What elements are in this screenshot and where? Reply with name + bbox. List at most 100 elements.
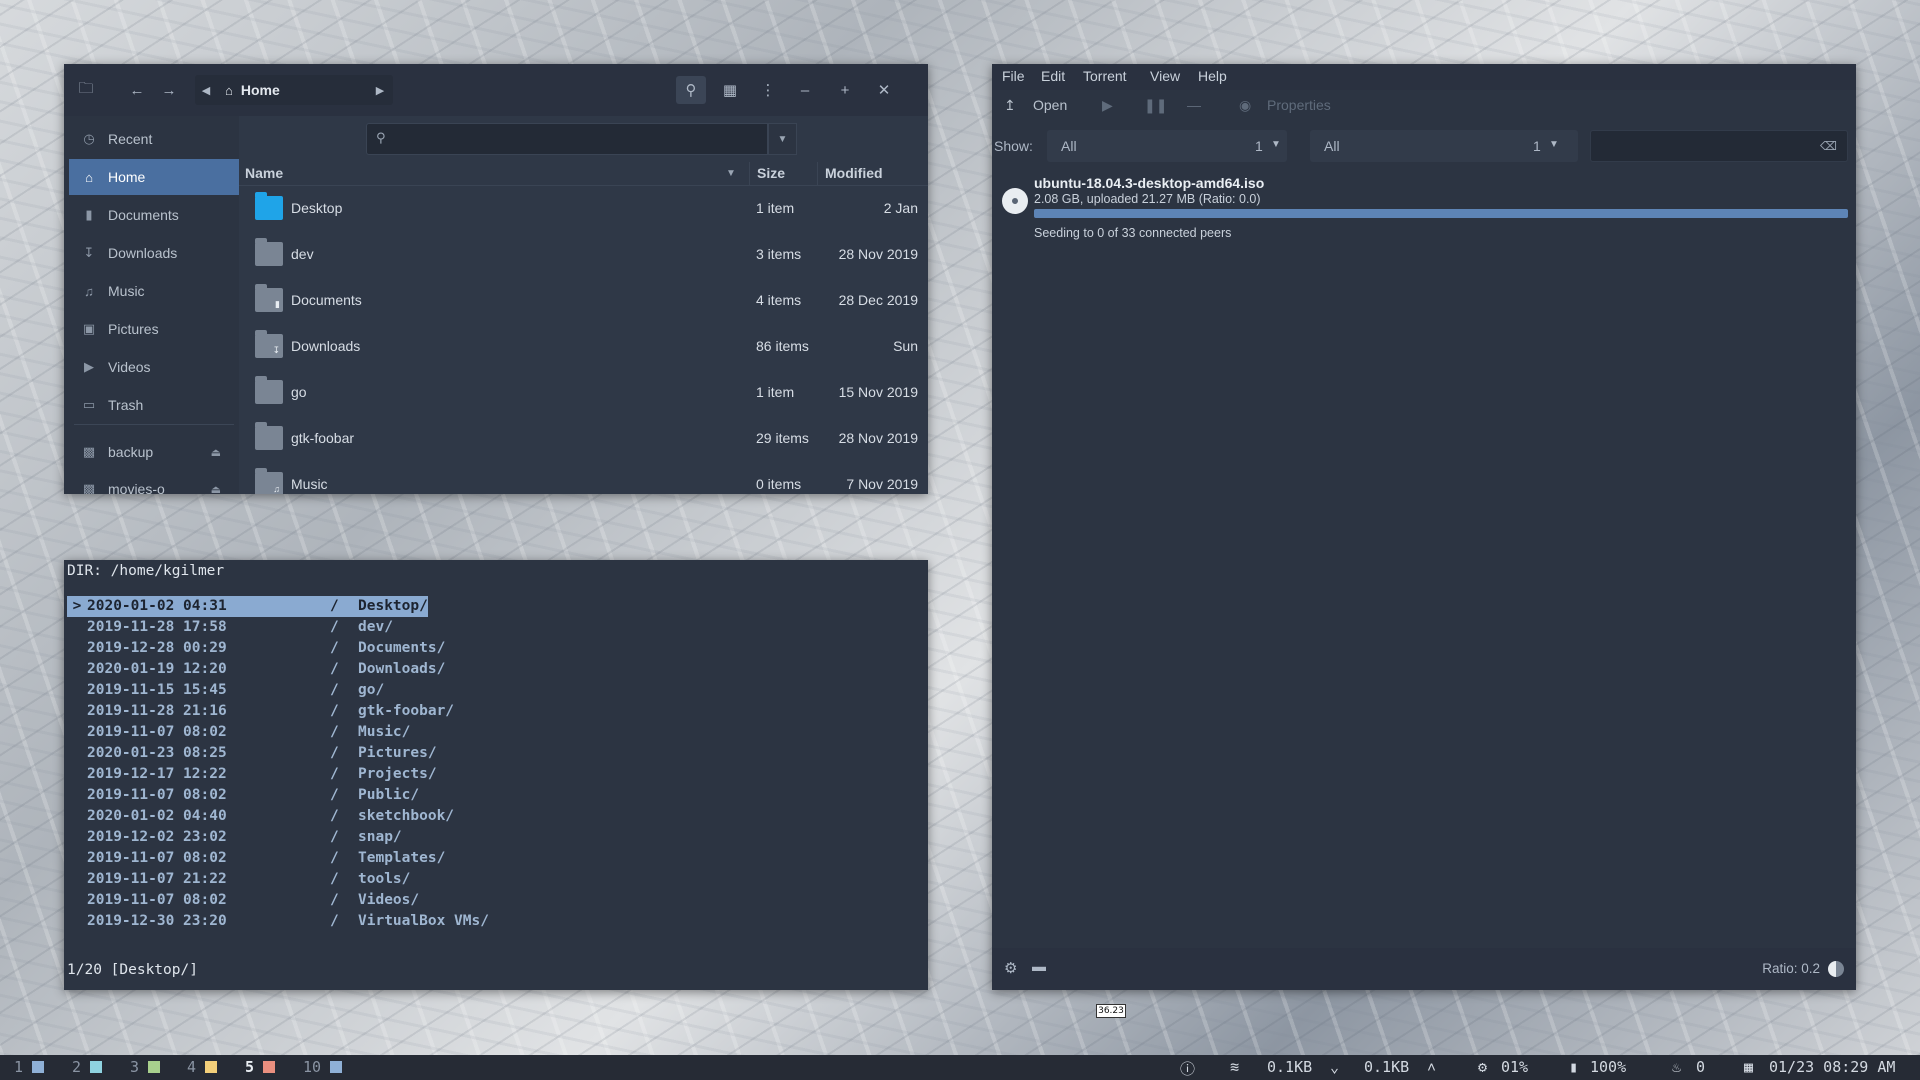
back-arrow-icon[interactable]: ← [123,76,151,104]
terminal-entry[interactable]: 2020-01-23 08:25 / Pictures/ [67,743,437,764]
column-size[interactable]: Size [757,165,785,181]
file-modified: 2 Jan [883,200,918,216]
path-scroll-left-icon[interactable]: ◀ [195,76,217,104]
sidebar-item-music[interactable]: ♫ Music [69,273,239,309]
sort-down-icon[interactable]: ▼ [726,168,736,179]
file-row[interactable]: go 1 item 15 Nov 2019 [239,370,928,416]
terminal-entry[interactable]: 2019-11-28 17:58 / dev/ [67,617,393,638]
wifi-icon[interactable]: ≋ [1230,1058,1239,1076]
sidebar-item-backup[interactable]: ▩ backup ⏏ [69,434,239,470]
terminal-entry[interactable]: 2019-11-15 15:45 / go/ [67,680,384,701]
column-divider [817,162,818,186]
terminal-entry[interactable]: 2019-11-07 08:02 / Public/ [67,785,419,806]
entry-separator: / [330,892,339,908]
search-toggle-button[interactable]: ⚲ [676,76,706,104]
workspace-4[interactable]: 4 [187,1058,218,1076]
workspace-3[interactable]: 3 [130,1058,161,1076]
open-button[interactable]: Open [1033,97,1067,113]
eject-icon[interactable]: ⏏ [211,483,221,495]
status-bar: ⚙ ▬ Ratio: 0.2 [992,948,1856,990]
forward-arrow-icon[interactable]: → [155,76,183,104]
menu-edit[interactable]: Edit [1041,68,1065,84]
folder-icon[interactable]: 🗀 [72,76,100,104]
calendar-icon[interactable]: ▦ [1744,1058,1753,1076]
terminal-entry[interactable]: 2020-01-19 12:20 / Downloads/ [67,659,445,680]
eject-icon[interactable]: ⏏ [211,446,221,459]
menu-view[interactable]: View [1150,68,1180,84]
sidebar-item-videos[interactable]: ▶ Videos [69,349,239,385]
sidebar-item-movies[interactable]: ▩ movies-o ⏏ [69,471,239,494]
tracker-filter-select[interactable]: All 1 ▼ [1310,130,1578,162]
sidebar-item-downloads[interactable]: ↧ Downloads [69,235,239,271]
workspace-10[interactable]: 10 [303,1058,343,1076]
entry-date: 2019-12-02 23:02 [87,829,227,845]
file-row[interactable]: ♫ Music 0 items 7 Nov 2019 [239,462,928,494]
file-row[interactable]: ▮ Documents 4 items 28 Dec 2019 [239,278,928,324]
entry-separator: / [330,766,339,782]
properties-button[interactable]: Properties [1267,97,1331,113]
file-modified: 28 Nov 2019 [838,246,918,262]
terminal-entry[interactable]: 2019-11-07 08:02 / Templates/ [67,848,445,869]
search-input[interactable] [366,123,768,155]
file-size: 86 items [756,338,809,354]
file-row[interactable]: ↧ Downloads 86 items Sun [239,324,928,370]
filter-search-input[interactable]: ⌫ [1590,130,1848,162]
column-modified[interactable]: Modified [825,165,883,181]
close-icon[interactable]: ✕ [870,76,898,104]
terminal-entry[interactable]: 2019-12-02 23:02 / snap/ [67,827,402,848]
maximize-icon[interactable]: + [831,76,859,104]
sidebar-item-documents[interactable]: ▮ Documents [69,197,239,233]
terminal-entry[interactable]: >2020-01-02 04:31 / Desktop/ [67,596,428,617]
pause-icon[interactable]: ❚❚ [1144,97,1167,114]
minimize-icon[interactable]: – [791,76,819,104]
entry-separator: / [330,640,339,656]
file-size: 29 items [756,430,809,446]
terminal-entry[interactable]: 2019-11-07 21:22 / tools/ [67,869,410,890]
file-row[interactable]: dev 3 items 28 Nov 2019 [239,232,928,278]
terminal-entry[interactable]: 2019-12-28 00:29 / Documents/ [67,638,445,659]
terminal-entry[interactable]: 2019-11-28 21:16 / gtk-foobar/ [67,701,454,722]
info-icon[interactable]: ⓘ [1180,1058,1195,1079]
terminal-entry[interactable]: 2019-12-17 12:22 / Projects/ [67,764,437,785]
entry-date: 2020-01-19 12:20 [87,661,227,677]
turtle-icon[interactable]: ▬ [1032,958,1046,974]
play-icon[interactable]: ▶ [1102,97,1113,114]
ratio-text[interactable]: Ratio: 0.2 [1762,961,1820,976]
file-row[interactable]: gtk-foobar 29 items 28 Nov 2019 [239,416,928,462]
path-home-button[interactable]: ⌂ Home [225,75,365,105]
category-filter-select[interactable]: All 1 ▼ [1047,130,1287,162]
menu-file[interactable]: File [1002,68,1025,84]
workspace-1[interactable]: 1 [14,1058,45,1076]
terminal-window[interactable]: DIR: /home/kgilmer >2020-01-02 04:31 / Des… [64,560,928,990]
menu-help[interactable]: Help [1198,68,1227,84]
sidebar-item-pictures[interactable]: ▣ Pictures [69,311,239,347]
workspace-5[interactable]: 5 [245,1058,276,1076]
clear-text-icon[interactable]: ⌫ [1820,139,1837,153]
menu-kebab-icon[interactable]: ⋮ [754,76,782,104]
remove-icon[interactable]: — [1187,97,1201,113]
torrent-row[interactable]: ubuntu-18.04.3-desktop-amd64.iso 2.08 GB… [992,172,1856,242]
workspace-2[interactable]: 2 [72,1058,103,1076]
terminal-entry[interactable]: 2019-12-30 23:20 / VirtualBox VMs/ [67,911,489,932]
terminal-entry[interactable]: 2020-01-02 04:40 / sketchbook/ [67,806,454,827]
gear-icon[interactable]: ⚙ [1004,959,1017,977]
view-grid-icon[interactable]: ▦ [716,76,744,104]
sidebar-item-recent[interactable]: ◷ Recent [69,121,239,157]
search-options-dropdown[interactable]: ▼ [768,123,797,155]
file-name: go [291,384,307,400]
path-scroll-right-icon[interactable]: ▶ [369,76,391,104]
terminal-entry[interactable]: 2019-11-07 08:02 / Videos/ [67,890,419,911]
bell-icon[interactable]: ♨ [1672,1058,1681,1076]
music-folder-icon: ♫ [255,468,283,494]
torrent-progress-fill [1034,209,1848,218]
path-bar: ◀ ⌂ Home ▶ [195,75,393,105]
clock-text[interactable]: 01/23 08:29 AM [1769,1058,1895,1076]
workspace-color-icon [205,1061,218,1073]
sidebar-item-trash[interactable]: ▭ Trash [69,387,239,423]
file-row[interactable]: Desktop 1 item 2 Jan [239,186,928,232]
file-name: Downloads [291,338,361,354]
sidebar-item-home[interactable]: ⌂ Home [69,159,239,195]
terminal-entry[interactable]: 2019-11-07 08:02 / Music/ [67,722,410,743]
menu-torrent[interactable]: Torrent [1083,68,1127,84]
column-name[interactable]: Name [245,165,283,181]
